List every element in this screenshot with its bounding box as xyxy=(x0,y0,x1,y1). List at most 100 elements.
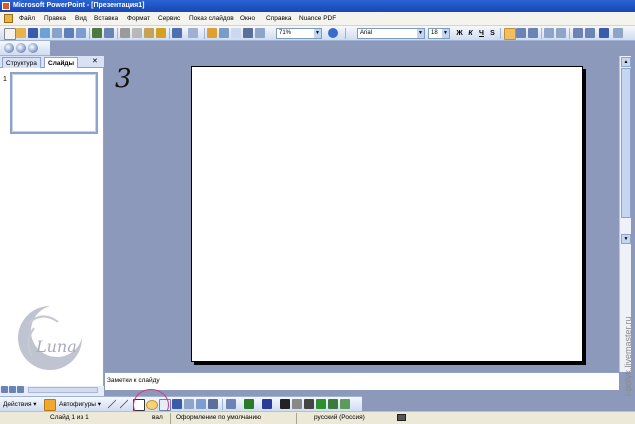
chevron-down-icon[interactable]: ▼ xyxy=(417,29,424,38)
spelling-icon[interactable] xyxy=(92,28,102,38)
align-left-icon[interactable] xyxy=(504,28,516,40)
spellcheck-status-icon[interactable] xyxy=(397,414,406,421)
increase-font-icon[interactable] xyxy=(573,28,583,38)
decrease-font-icon[interactable] xyxy=(585,28,595,38)
toolbar-separator xyxy=(222,399,223,410)
horizontal-scrollbar[interactable] xyxy=(28,387,98,393)
notes-placeholder: Заметки к слайду xyxy=(107,377,160,384)
slide-sorter-icon[interactable] xyxy=(9,386,16,393)
numbering-icon[interactable] xyxy=(544,28,554,38)
select-pointer-icon[interactable] xyxy=(44,399,56,411)
extra-tool-icon[interactable] xyxy=(340,399,350,409)
bold-button[interactable]: Ж xyxy=(455,28,464,39)
insert-picture-icon[interactable] xyxy=(243,28,253,38)
slide-workspace: 3 xyxy=(105,56,619,372)
align-center-icon[interactable] xyxy=(516,28,526,38)
menu-view[interactable]: Вид xyxy=(75,15,87,22)
tab-outline[interactable]: Структура xyxy=(2,57,41,68)
underline-button[interactable]: Ч xyxy=(477,28,486,39)
chevron-down-icon[interactable]: ▼ xyxy=(314,29,321,38)
thumbnail-number: 1 xyxy=(3,76,7,83)
view-buttons xyxy=(0,386,104,396)
slide-canvas[interactable] xyxy=(191,66,583,362)
arrow-icon[interactable] xyxy=(120,399,128,409)
status-divider xyxy=(296,413,297,424)
3d-style-icon[interactable] xyxy=(328,399,338,409)
language-status: русский (Россия) xyxy=(314,414,365,421)
normal-view-icon[interactable] xyxy=(1,386,8,393)
bullets-icon[interactable] xyxy=(556,28,566,38)
menu-insert[interactable]: Вставка xyxy=(94,15,118,22)
close-icon[interactable]: ✕ xyxy=(92,57,98,65)
open-folder-icon[interactable] xyxy=(16,28,26,38)
chevron-down-icon[interactable]: ▼ xyxy=(442,29,449,38)
menu-window[interactable]: Окно xyxy=(240,15,255,22)
insert-table-icon[interactable] xyxy=(219,28,229,38)
new-document-icon[interactable] xyxy=(4,28,16,40)
menu-help[interactable]: Справка xyxy=(266,15,292,22)
document-menu-icon[interactable] xyxy=(4,14,13,23)
toolbar-separator xyxy=(169,28,170,39)
menu-bar: Файл Правка Вид Вставка Формат Сервис По… xyxy=(0,12,635,26)
zoom-select[interactable]: 71% ▼ xyxy=(276,28,322,39)
shadow-button[interactable]: S xyxy=(488,28,497,39)
dash-style-icon[interactable] xyxy=(292,399,302,409)
slide-thumbnail[interactable] xyxy=(10,72,98,134)
permission-icon[interactable] xyxy=(40,28,50,38)
circle-button-icon[interactable] xyxy=(28,43,38,53)
line-style-icon[interactable] xyxy=(280,399,290,409)
menu-slideshow[interactable]: Показ слайдов xyxy=(189,15,234,22)
redo-icon[interactable] xyxy=(188,28,198,38)
scroll-thumb[interactable] xyxy=(621,68,631,218)
circle-button-icon[interactable] xyxy=(16,43,26,53)
powerpoint-app-icon[interactable] xyxy=(2,2,10,10)
font-name-select[interactable]: Arial ▼ xyxy=(357,28,425,39)
cut-icon[interactable] xyxy=(120,28,130,38)
diagram-icon[interactable] xyxy=(184,399,194,409)
menu-nuance-pdf[interactable]: Nuance PDF xyxy=(299,15,336,22)
menu-tools[interactable]: Сервис xyxy=(158,15,180,22)
research-icon[interactable] xyxy=(104,28,114,38)
undo-icon[interactable] xyxy=(172,28,182,38)
align-right-icon[interactable] xyxy=(528,28,538,38)
menu-format[interactable]: Формат xyxy=(127,15,150,22)
autoshapes-menu[interactable]: Автофигуры ▾ xyxy=(59,400,101,408)
design-icon[interactable] xyxy=(613,28,623,38)
menu-file[interactable]: Файл xyxy=(19,15,35,22)
tables-borders-icon[interactable] xyxy=(231,28,241,38)
help-icon[interactable] xyxy=(328,28,338,38)
fill-color-icon[interactable] xyxy=(226,399,236,409)
format-painter-icon[interactable] xyxy=(156,28,166,38)
wordart-icon[interactable] xyxy=(172,399,182,409)
email-icon[interactable] xyxy=(52,28,62,38)
notes-pane[interactable]: Заметки к слайду xyxy=(105,372,619,390)
color-grayscale-icon[interactable] xyxy=(255,28,265,38)
circle-button-icon[interactable] xyxy=(4,43,14,53)
menu-edit[interactable]: Правка xyxy=(44,15,66,22)
font-size-select[interactable]: 18 ▼ xyxy=(428,28,450,39)
print-preview-icon[interactable] xyxy=(76,28,86,38)
scroll-down-icon[interactable]: ▼ xyxy=(621,234,631,244)
insert-chart-icon[interactable] xyxy=(207,28,217,38)
line-icon[interactable] xyxy=(108,399,116,409)
toolbar-separator xyxy=(204,28,205,39)
paste-icon[interactable] xyxy=(144,28,154,38)
tab-slides[interactable]: Слайды xyxy=(44,57,79,68)
clipart-icon[interactable] xyxy=(196,399,206,409)
scroll-up-icon[interactable]: ▲ xyxy=(621,57,631,67)
slideshow-view-icon[interactable] xyxy=(17,386,24,393)
font-color-icon[interactable] xyxy=(599,28,609,38)
arrow-style-icon[interactable] xyxy=(304,399,314,409)
toolbar-separator xyxy=(345,28,346,39)
italic-button[interactable]: К xyxy=(466,28,475,39)
window-title: Microsoft PowerPoint - [Презентация1] xyxy=(13,2,145,9)
line-color-icon[interactable] xyxy=(244,399,254,409)
actions-menu[interactable]: Действия ▾ xyxy=(3,400,37,408)
save-icon[interactable] xyxy=(28,28,38,38)
copy-icon[interactable] xyxy=(132,28,142,38)
text-color-icon[interactable] xyxy=(262,399,272,409)
standard-toolbar: 71% ▼ Arial ▼ 18 ▼ Ж К Ч S xyxy=(0,26,635,41)
print-icon[interactable] xyxy=(64,28,74,38)
picture-icon[interactable] xyxy=(208,399,218,409)
shadow-style-icon[interactable] xyxy=(316,399,326,409)
